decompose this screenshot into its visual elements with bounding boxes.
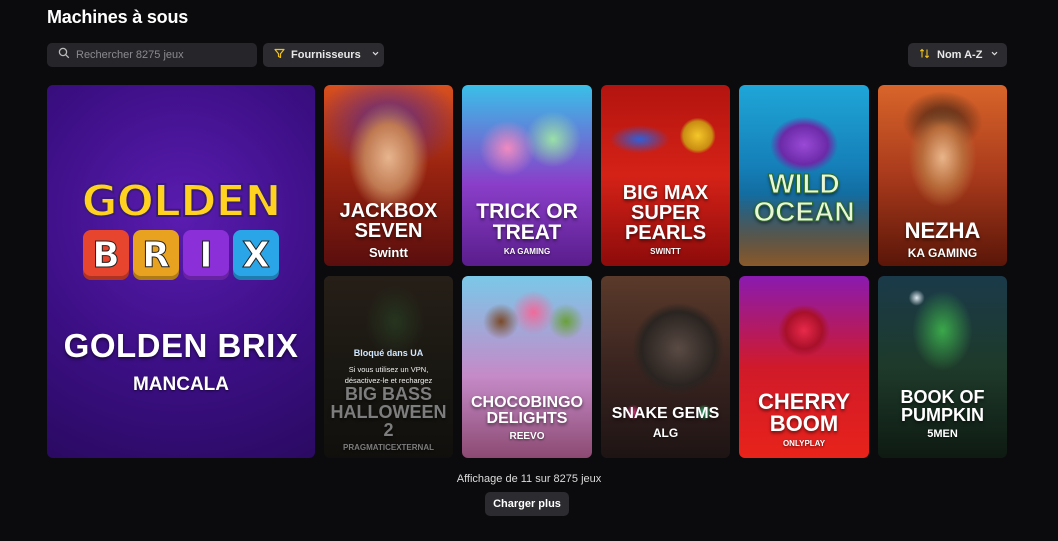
game-provider: KA GAMING	[907, 246, 978, 260]
sort-icon	[919, 48, 930, 62]
filter-icon	[274, 48, 285, 62]
game-title: CHERRY BOOM	[757, 389, 851, 436]
logo-title: GOLDEN	[81, 176, 283, 227]
search-box[interactable]	[47, 43, 257, 67]
featured-game-tile[interactable]: GOLDEN B R I X GOLDEN BRIX MANCALA	[47, 85, 315, 458]
game-title: NEZHA	[904, 218, 981, 243]
blocked-title: Bloqué dans UA	[353, 348, 424, 358]
providers-filter-label: Fournisseurs	[291, 49, 361, 61]
blocked-message: Si vous utilisez un VPN, désactivez-le e…	[344, 365, 433, 385]
game-provider: ONLYPLAY	[782, 439, 826, 448]
game-title: SNAKE GEMS	[611, 405, 720, 422]
game-provider: Swintt	[369, 245, 408, 260]
chevron-down-icon	[371, 49, 380, 61]
search-icon	[58, 46, 70, 64]
game-provider: REEVO	[509, 431, 545, 442]
game-title: GOLDEN BRIX	[63, 327, 299, 364]
load-more-button[interactable]: Charger plus	[485, 492, 569, 516]
game-tile[interactable]: JACKBOX SEVEN Swintt	[324, 85, 453, 266]
game-tile[interactable]: BIG MAX SUPER PEARLS SWINTT	[601, 85, 730, 266]
game-tile[interactable]: TRICK OR TREAT KA GAMING	[462, 85, 592, 266]
game-tile[interactable]: CHOCOBINGO DELIGHTS REEVO	[462, 276, 592, 458]
providers-filter-button[interactable]: Fournisseurs	[263, 43, 384, 67]
sort-label: Nom A-Z	[937, 49, 983, 61]
game-provider: 5MEN	[927, 428, 958, 440]
game-tile[interactable]: Bloqué dans UA Si vous utilisez un VPN, …	[324, 276, 453, 458]
logo-block: R	[133, 230, 179, 280]
game-title: JACKBOX SEVEN	[339, 200, 438, 242]
logo-block: X	[233, 230, 279, 280]
logo-block: I	[183, 230, 229, 280]
game-title: BOOK OF PUMPKIN	[900, 387, 985, 425]
game-tile[interactable]: SNAKE GEMS ALG	[601, 276, 730, 458]
game-title: CHOCOBINGO DELIGHTS	[471, 394, 583, 427]
page-title: Machines à sous	[47, 7, 189, 27]
results-count: Affichage de 11 sur 8275 jeux	[456, 473, 602, 485]
game-tile[interactable]: WILD OCEAN	[739, 85, 869, 266]
logo-block: B	[83, 230, 129, 280]
game-tile[interactable]: NEZHA KA GAMING	[878, 85, 1007, 266]
chevron-down-icon	[990, 49, 999, 61]
sort-dropdown[interactable]: Nom A-Z	[908, 43, 1007, 67]
game-provider: ALG	[652, 426, 679, 440]
game-provider: KA GAMING	[503, 247, 551, 256]
golden-brix-logo: GOLDEN B R I X	[75, 176, 287, 300]
game-title: BIG BASS HALLOWEEN 2	[330, 384, 447, 440]
search-input[interactable]	[76, 49, 246, 61]
game-title: WILD OCEAN	[753, 168, 855, 227]
game-tile[interactable]: BOOK OF PUMPKIN 5MEN	[878, 276, 1007, 458]
game-title: BIG MAX SUPER PEARLS	[622, 182, 709, 244]
game-tile[interactable]: CHERRY BOOM ONLYPLAY	[739, 276, 869, 458]
game-provider: PRAGMATICEXTERNAL	[343, 443, 434, 452]
game-provider: SWINTT	[650, 247, 681, 256]
game-provider: MANCALA	[132, 374, 230, 395]
game-title: TRICK OR TREAT	[476, 200, 578, 244]
